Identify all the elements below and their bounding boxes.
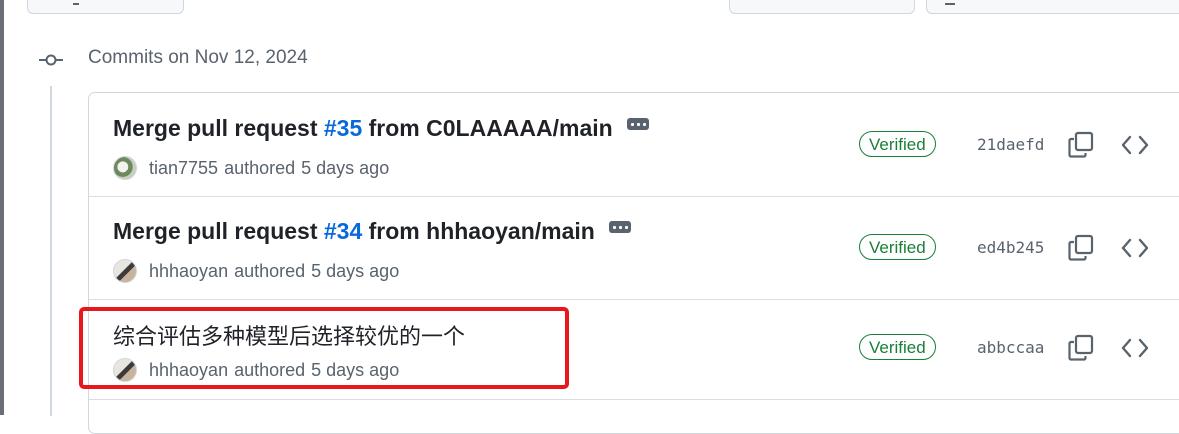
date-filter-button[interactable] xyxy=(926,0,1179,14)
copy-icon[interactable] xyxy=(1068,334,1094,362)
commit-row: Merge pull request #34 from hhhaoyan/mai… xyxy=(89,196,1179,300)
commit-title-text[interactable]: from C0LAAAAA/main xyxy=(362,115,613,141)
copy-icon[interactable] xyxy=(1068,131,1094,159)
commit-sha-link[interactable]: ed4b245 xyxy=(977,238,1044,257)
commit-meta: tian7755 authored 5 days ago xyxy=(113,155,389,181)
copy-icon[interactable] xyxy=(1068,234,1094,262)
expand-message-button[interactable] xyxy=(608,221,631,233)
code-icon[interactable] xyxy=(1120,335,1150,361)
commit-title[interactable]: Merge pull request #35 from C0LAAAAA/mai… xyxy=(113,115,649,142)
authored-label: authored xyxy=(234,260,306,281)
window-edge xyxy=(0,0,4,415)
kebab-horizontal-icon xyxy=(612,226,616,229)
verified-badge[interactable]: Verified xyxy=(859,234,936,260)
commit-title-text[interactable]: Merge pull request xyxy=(113,218,324,244)
commit-row: Merge pull request #35 from C0LAAAAA/mai… xyxy=(89,93,1179,197)
git-commit-icon xyxy=(39,54,63,66)
branch-select-button[interactable] xyxy=(27,0,184,14)
authored-label: authored xyxy=(234,359,306,380)
author-link[interactable]: hhhaoyan xyxy=(149,261,228,282)
relative-time: 5 days ago xyxy=(311,359,400,380)
avatar[interactable] xyxy=(113,259,137,283)
author-link[interactable]: hhhaoyan xyxy=(149,360,228,381)
commit-sha-link[interactable]: 21daefd xyxy=(977,135,1044,154)
toolbar-button[interactable] xyxy=(729,0,915,14)
commit-title[interactable]: 综合评估多种模型后选择较优的一个 xyxy=(113,319,465,351)
verified-badge[interactable]: Verified xyxy=(859,334,936,360)
commit-row: 综合评估多种模型后选择较优的一个 hhhaoyan authored 5 day… xyxy=(89,299,1179,400)
code-icon[interactable] xyxy=(1120,235,1150,261)
commit-title-text[interactable]: from hhhaoyan/main xyxy=(362,218,595,244)
commit-meta: hhhaoyan authored 5 days ago xyxy=(113,357,399,383)
relative-time: 5 days ago xyxy=(311,260,400,281)
authored-label: authored xyxy=(224,157,296,178)
avatar[interactable] xyxy=(113,358,137,382)
author-link[interactable]: tian7755 xyxy=(149,158,218,179)
commit-title[interactable]: Merge pull request #34 from hhhaoyan/mai… xyxy=(113,218,631,245)
commit-group-date: Commits on Nov 12, 2024 xyxy=(88,47,308,68)
timeline-line xyxy=(50,86,52,416)
commit-list: Merge pull request #35 from C0LAAAAA/mai… xyxy=(88,92,1179,434)
button-icon xyxy=(73,0,79,5)
verified-badge[interactable]: Verified xyxy=(859,131,936,157)
avatar[interactable] xyxy=(113,156,137,180)
pull-request-link[interactable]: #35 xyxy=(324,115,362,141)
expand-message-button[interactable] xyxy=(626,118,649,130)
code-icon[interactable] xyxy=(1120,132,1150,158)
calendar-icon xyxy=(945,0,955,5)
kebab-horizontal-icon xyxy=(630,123,634,126)
pull-request-link[interactable]: #34 xyxy=(324,218,362,244)
relative-time: 5 days ago xyxy=(301,157,390,178)
commit-title-text[interactable]: Merge pull request xyxy=(113,115,324,141)
commit-meta: hhhaoyan authored 5 days ago xyxy=(113,258,399,284)
commit-sha-link[interactable]: abbccaa xyxy=(977,338,1044,357)
